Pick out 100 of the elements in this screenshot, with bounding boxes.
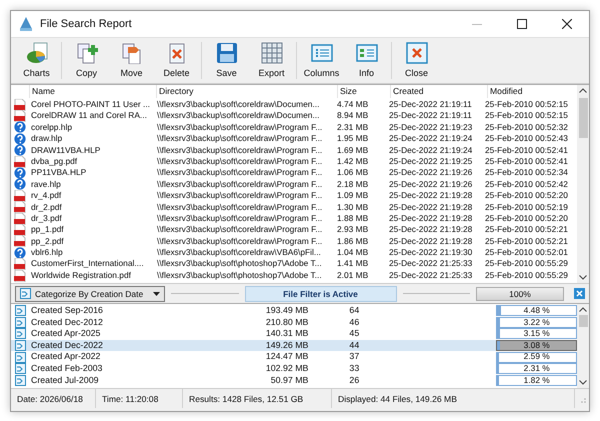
table-cell-text: \\flexsrv3\backup\soft\coreldraw\Program F... (156, 236, 324, 248)
list-row[interactable]: Created Sep-2016 193.49 MB 64 4.48 % (11, 305, 577, 317)
close-icon (562, 19, 572, 29)
maximize-icon (516, 19, 526, 29)
list-icon (310, 42, 332, 64)
charts-button[interactable]: Charts (14, 38, 59, 83)
category-name: Created Apr-2025 (30, 328, 102, 340)
scrollbar[interactable] (577, 85, 589, 283)
help-icon (14, 144, 26, 156)
table-cell-text: draw.hlp (30, 133, 64, 145)
table-cell-text: 2.01 MB (336, 270, 370, 282)
table-cell-text: 25-Dec-2022 21:19:30 (388, 247, 474, 258)
table-cell-text: \\flexsrv3\backup\soft\coreldraw\VBA6\pFil... (156, 247, 322, 258)
help-icon (14, 178, 26, 190)
table-cell-text: 25-Feb-2010 00:52:21 (484, 236, 569, 248)
category-count: 26 (348, 374, 360, 386)
table-cell-text: 25-Dec-2022 21:19:28 (388, 212, 474, 224)
category-icon (20, 288, 31, 299)
column-header[interactable]: Name (29, 85, 156, 98)
table-cell-text: 25-Feb-2010 00:52:41 (484, 156, 569, 168)
scroll-up-icon (579, 307, 587, 312)
column-header[interactable]: Size (337, 85, 390, 98)
table-cell-text: pp_2.pdf (30, 236, 65, 248)
scroll-thumb[interactable] (578, 315, 588, 327)
close-panel-button[interactable] (574, 288, 585, 299)
category-size: 193.49 MB (264, 305, 308, 317)
table-cell-text: 8.94 MB (336, 110, 370, 122)
list-row[interactable]: Created Apr-2025 140.31 MB 45 3.15 % (11, 328, 577, 340)
close-button[interactable]: Close (394, 38, 439, 83)
table-cell-text: 25-Dec-2022 21:19:11 (388, 99, 473, 110)
pie-chart-icon (26, 42, 48, 64)
scroll-down-icon (579, 275, 587, 280)
table-cell-text: 1.06 MB (336, 167, 370, 179)
category-icon (14, 374, 26, 386)
info-button[interactable]: Info (344, 38, 389, 83)
table-cell-text: 2.18 MB (336, 178, 370, 190)
copy-button[interactable]: Copy (64, 38, 109, 83)
table-cell-text: 25-Feb-2010 00:52:42 (484, 178, 569, 190)
scroll-down-icon (579, 380, 587, 385)
table-cell-text: \\flexsrv3\backup\soft\coreldraw\Program F... (156, 122, 324, 134)
table-cell-text: dr_2.pdf (30, 202, 63, 213)
category-size: 149.26 MB (264, 340, 308, 352)
category-name: Created Jul-2009 (30, 374, 100, 386)
status-text: Date: 2026/06/18 (11, 389, 96, 408)
help-icon (14, 132, 26, 145)
category-icon (14, 352, 26, 363)
move-button[interactable]: Move (109, 38, 154, 83)
category-count: 44 (348, 340, 360, 352)
column-header[interactable]: Directory (156, 85, 337, 98)
pdf-file-icon (14, 212, 26, 225)
table-cell-text: 2.93 MB (336, 224, 370, 236)
category-dropdown[interactable]: Categorize By Creation Date (15, 286, 165, 302)
percent-label: 2.31 % (524, 362, 550, 375)
category-count: 45 (348, 328, 360, 340)
export-button[interactable]: Export (249, 38, 294, 83)
scroll-thumb[interactable] (578, 98, 588, 138)
table-cell-text: 25-Feb-2010 00:52:15 (484, 99, 569, 110)
table-cell-text: 25-Dec-2022 21:19:24 (388, 144, 474, 156)
category-size: 210.80 MB (264, 316, 308, 328)
pdf-file-icon (14, 156, 26, 168)
selected-row[interactable]: Created Dec-2022 149.26 MB 44 3.08 % (11, 340, 577, 352)
table-cell-text: 25-Feb-2010 00:52:34 (484, 167, 569, 179)
list-row[interactable]: Created Dec-2012 210.80 MB 46 3.22 % (11, 316, 577, 328)
table-cell-text: 25-Feb-2010 00:52:01 (484, 247, 569, 258)
columns-button[interactable]: Columns (299, 38, 344, 83)
save-button[interactable]: Save (204, 38, 249, 83)
table-cell-text: 25-Dec-2022 21:19:23 (388, 122, 474, 134)
delete-button[interactable]: Delete (154, 38, 199, 83)
copy-icon (76, 42, 98, 64)
table-cell-text: CorelDRAW 11 and Corel RA... (30, 110, 148, 122)
list-row[interactable]: Created Apr-2022 124.47 MB 37 2.59 % (11, 351, 577, 363)
move-icon (120, 42, 142, 64)
percent-label: 4.48 % (524, 305, 550, 317)
category-name: Created Feb-2003 (30, 362, 104, 375)
close-window-icon (406, 42, 428, 64)
category-count: 64 (348, 305, 360, 317)
category-size: 124.47 MB (264, 351, 308, 363)
table-cell-text: Corel PHOTO-PAINT 11 User ... (30, 99, 151, 110)
info-panel-icon (356, 42, 378, 64)
table-cell-text: 1.04 MB (336, 247, 370, 258)
table-cell-text: Worldwide Registration.pdf (30, 270, 132, 282)
table-cell-text: dr_3.pdf (30, 212, 63, 224)
table-cell-text: \\flexsrv3\backup\soft\coreldraw\Program F... (156, 190, 324, 202)
list-row[interactable]: Created Feb-2003 102.92 MB 33 2.31 % (11, 362, 577, 375)
table-cell-text: 25-Dec-2022 21:19:28 (388, 202, 474, 213)
table-cell-text: 25-Dec-2022 21:25:33 (388, 270, 474, 282)
category-name: Created Sep-2016 (30, 305, 104, 317)
category-icon (14, 363, 26, 374)
table-cell-text: rave.hlp (30, 178, 62, 190)
table-cell-text: vblr6.hlp (30, 247, 64, 258)
table-cell-text: \\flexsrv3\backup\soft\coreldraw\Documen... (156, 99, 320, 110)
percent-label: 3.22 % (524, 316, 550, 328)
table-cell-text: 25-Feb-2010 00:52:20 (484, 190, 569, 202)
column-header[interactable]: Created (390, 85, 487, 98)
pdf-file-icon (14, 224, 26, 236)
scrollbar[interactable] (577, 304, 589, 388)
table-cell-text: 25-Dec-2022 21:25:33 (388, 258, 474, 270)
dropdown-arrow-icon (153, 292, 160, 296)
percent-label: 3.08 % (524, 340, 550, 352)
list-row[interactable]: Created Jul-2009 50.97 MB 26 1.82 % (11, 374, 577, 386)
